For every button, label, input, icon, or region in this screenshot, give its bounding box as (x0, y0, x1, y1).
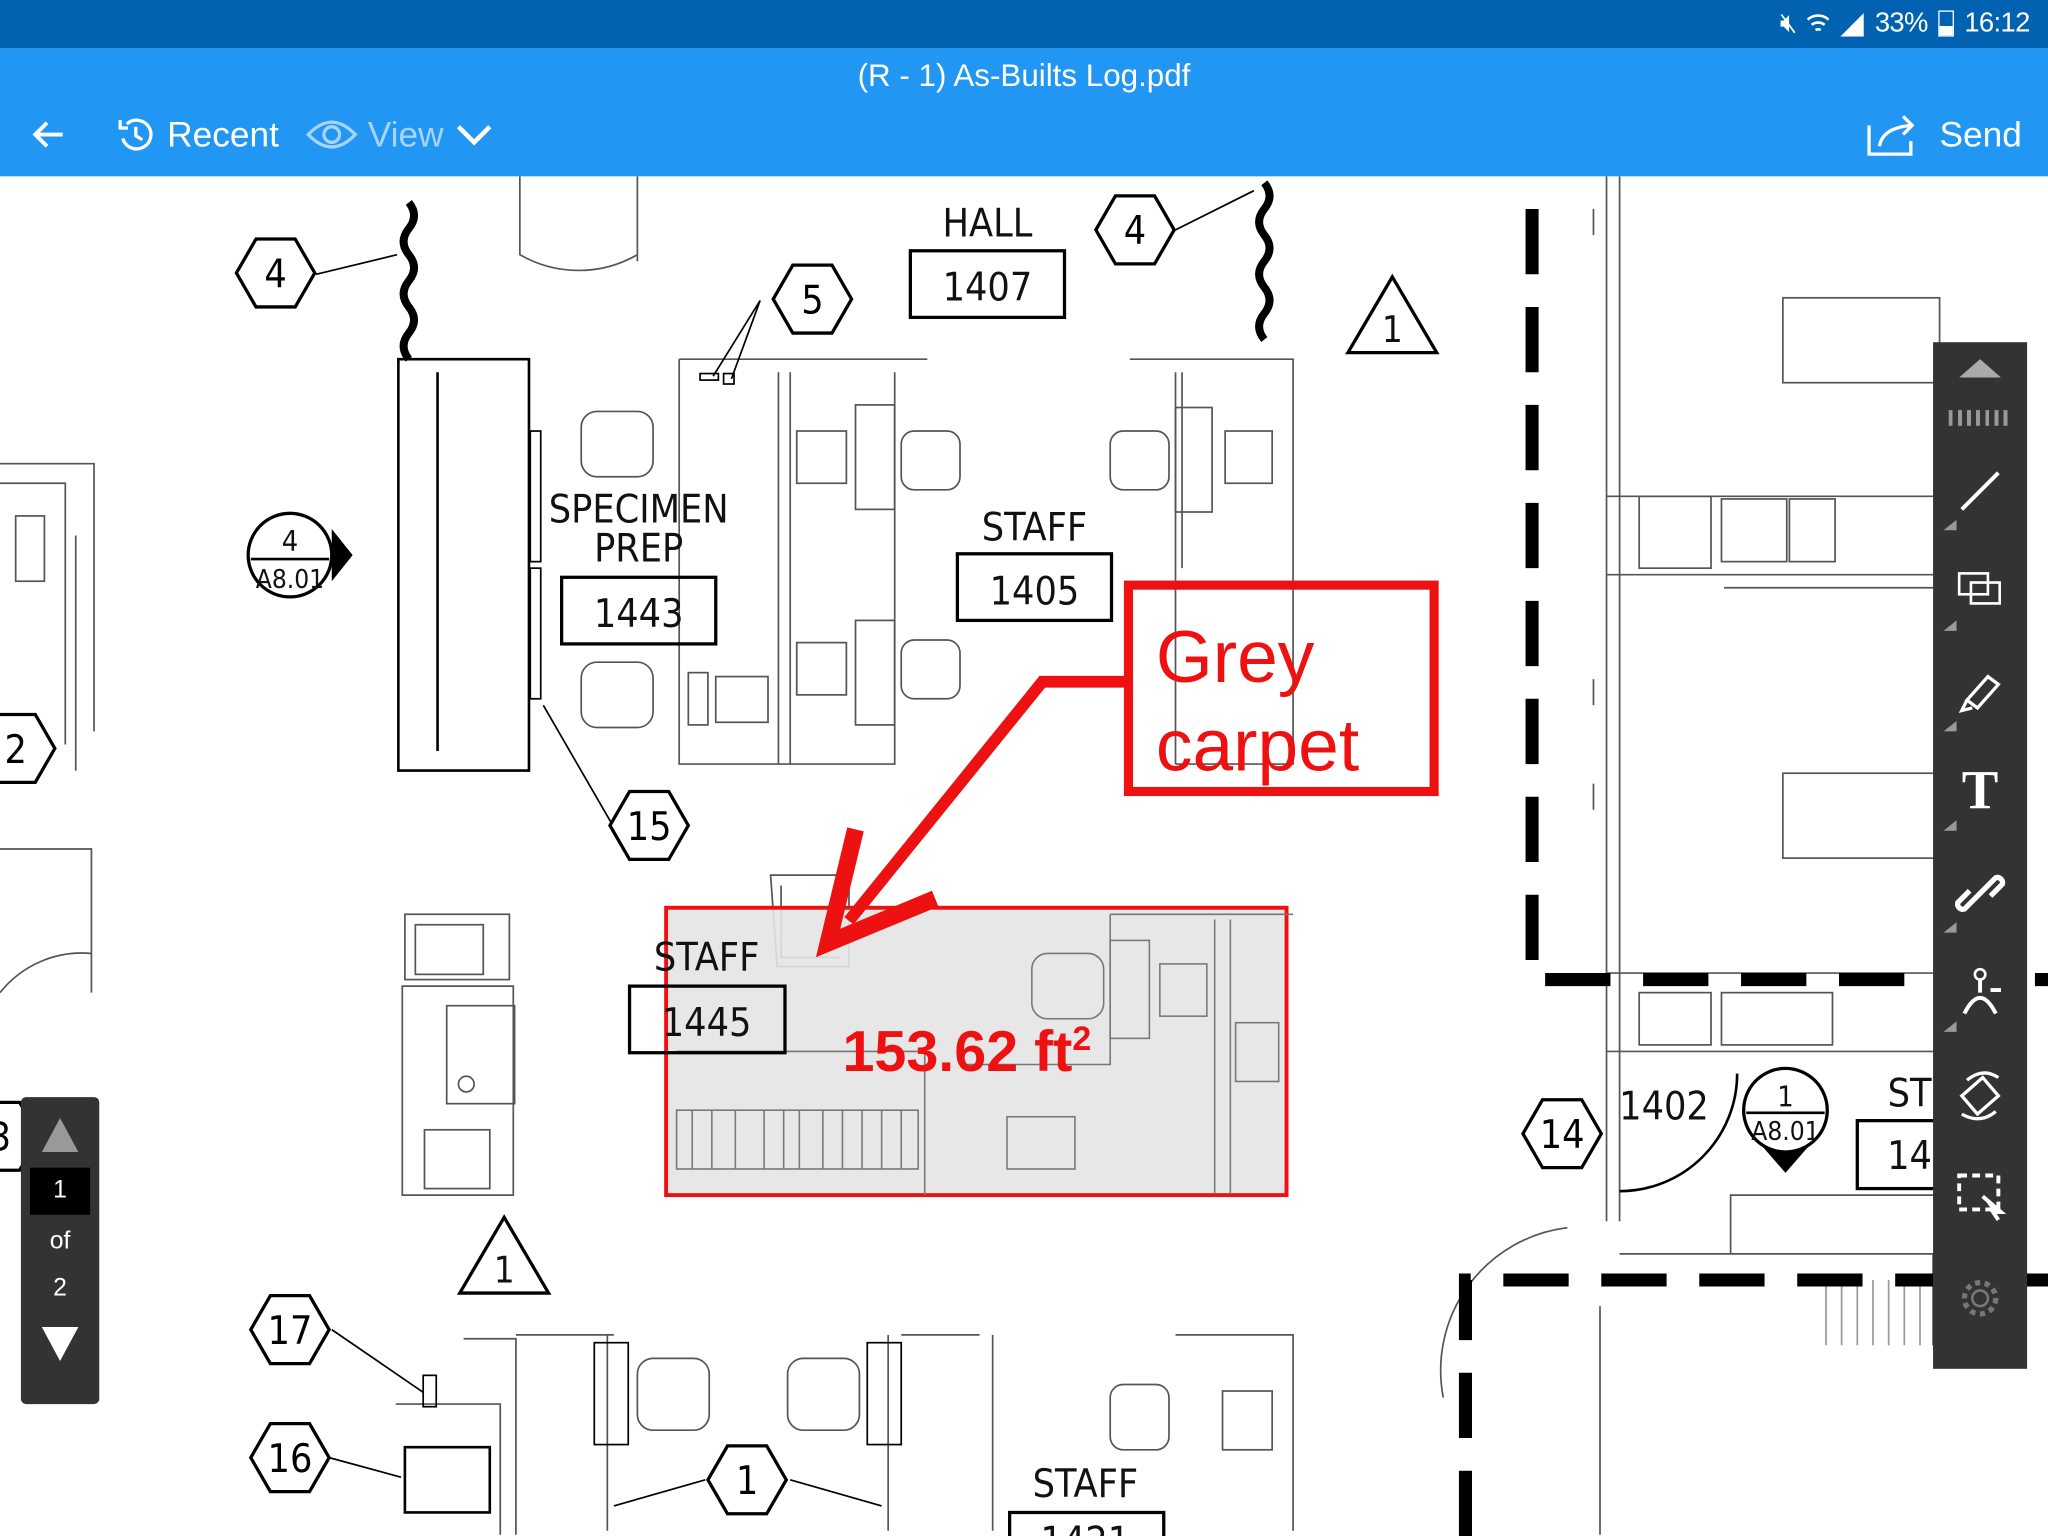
clock: 16:12 (1964, 7, 2030, 38)
select-tool[interactable] (1933, 1157, 2027, 1235)
rectangle-tool-icon (1957, 572, 2001, 605)
signal-icon (1840, 13, 1865, 37)
area-measurement-label: 153.62 ft2 (842, 1020, 1091, 1084)
view-label: View (367, 114, 444, 154)
annotation-toolbar: T (1933, 342, 2028, 1369)
recent-button[interactable]: Recent (115, 114, 279, 154)
callout-text-line2: carpet (1156, 706, 1359, 787)
room-number: 1405 (990, 570, 1080, 615)
room-name: STAFF (654, 935, 760, 980)
link-tool-icon (1955, 874, 2006, 912)
document-title: (R - 1) As-Builts Log.pdf (857, 58, 1191, 95)
page-of-label: of (49, 1227, 71, 1256)
callout-text-line1: Grey (1156, 617, 1315, 698)
room-number: 14 (1887, 1134, 1932, 1179)
eye-icon (305, 120, 357, 149)
collapse-toolbar-button[interactable] (1933, 342, 2027, 394)
revision-triangle: 1 (1382, 308, 1403, 351)
highlighter-tool-icon (1958, 674, 2001, 713)
section-marker-number: 1 (1777, 1079, 1793, 1113)
section-marker-number: 4 (282, 524, 298, 558)
current-page: 1 (30, 1167, 91, 1215)
text-tool[interactable]: T (1933, 752, 2027, 830)
wifi-icon (1807, 14, 1830, 32)
keynote-number: 2 (4, 728, 26, 773)
room-number: 1407 (943, 265, 1033, 310)
rotate-tool[interactable] (1933, 1055, 2027, 1133)
total-pages: 2 (53, 1274, 67, 1303)
arrow-left-icon (32, 121, 63, 148)
rotate-tool-icon (1959, 1071, 2001, 1121)
mute-icon: 🔇︎ (1779, 7, 1797, 38)
line-tool-icon (1960, 471, 2000, 511)
view-dropdown[interactable]: View (305, 114, 493, 154)
send-button[interactable]: Send (1866, 112, 2022, 156)
room-name: HALL (942, 201, 1032, 246)
keynote-number: 4 (1124, 209, 1146, 254)
room-name: PREP (594, 527, 683, 572)
page-navigator: 1 of 2 (20, 1097, 100, 1405)
text-tool-icon: T (1961, 761, 1999, 822)
recent-label: Recent (167, 114, 279, 154)
triangle-up-icon (1959, 359, 2001, 378)
keynote-number: 16 (268, 1437, 313, 1482)
room-name: STAFF (1033, 1462, 1139, 1507)
send-label: Send (1939, 114, 2022, 154)
keynote-number: 1 (736, 1459, 758, 1504)
measure-tool-icon (1962, 967, 2001, 1015)
previous-page-button[interactable] (41, 1118, 79, 1152)
keynote-number: 5 (801, 278, 823, 323)
room-number: 1443 (594, 592, 684, 637)
keynote-number: 15 (627, 805, 672, 850)
history-icon (118, 118, 153, 151)
room-number: 1402 (1619, 1084, 1709, 1129)
highlighter-tool[interactable] (1933, 653, 2027, 731)
settings-button[interactable] (1933, 1259, 2027, 1337)
revision-triangle: 1 (494, 1249, 515, 1292)
room-name: STAFF (982, 506, 1088, 551)
app-toolbar: (R - 1) As-Builts Log.pdf Recent View Se… (0, 48, 2048, 177)
settings-icon (1961, 1279, 1999, 1317)
measure-tool[interactable] (1933, 953, 2027, 1031)
toolbar-drag-handle[interactable] (1948, 410, 2012, 426)
back-button[interactable] (31, 119, 65, 150)
share-icon (1867, 115, 1915, 156)
status-bar: 🔇︎ 33% 16:12 (0, 0, 2048, 49)
link-tool[interactable] (1933, 854, 2027, 932)
room-number: 1445 (662, 1001, 752, 1046)
battery-percent: 33% (1874, 7, 1929, 38)
select-tool-icon (1957, 1173, 2007, 1222)
battery-icon (1938, 10, 1954, 37)
keynote-number: 3 (0, 1116, 11, 1161)
chevron-down-icon (456, 125, 491, 146)
keynote-number: 4 (264, 252, 286, 297)
section-marker-sheet: A8.01 (256, 565, 324, 595)
floor-plan-drawing[interactable]: HALL 1407 SPECIMEN PREP 1443 STAFF 1405 … (0, 0, 2048, 1536)
callout-annotation[interactable]: Grey carpet (815, 580, 1439, 958)
room-number: 1421 (1041, 1519, 1131, 1536)
rectangle-tool[interactable] (1933, 551, 2027, 629)
room-name: ST (1888, 1071, 1932, 1116)
keynote-number: 17 (268, 1309, 313, 1354)
line-tool[interactable] (1933, 452, 2027, 530)
section-marker-sheet: A8.01 (1751, 1117, 1819, 1147)
next-page-button[interactable] (41, 1327, 79, 1361)
keynote-number: 14 (1540, 1113, 1585, 1158)
